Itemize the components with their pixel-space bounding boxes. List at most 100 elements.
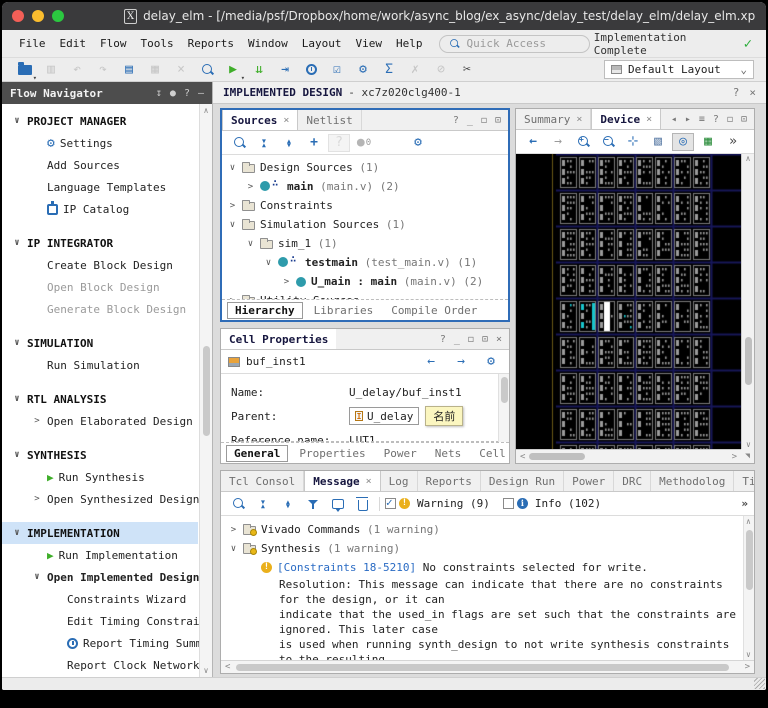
tab-methodolog[interactable]: Methodolog [651,471,735,491]
collapse-all-icon[interactable]: ▼ ▲ [253,134,275,152]
flownav-report-timing-summary[interactable]: Report Timing Summary [2,632,212,654]
toolbar-overflow-icon[interactable]: » [741,497,748,510]
bottom-tab-compile-order[interactable]: Compile Order [384,303,484,318]
menu-edit[interactable]: Edit [53,35,94,52]
search-icon[interactable] [228,134,250,152]
panel-icon[interactable]: ⊡ [741,114,747,125]
save-icon[interactable]: ▥ [40,61,62,79]
panel-icon[interactable]: ◻ [468,334,474,345]
flownav-run-implementation[interactable]: ▶ Run Implementation [2,544,198,566]
panel-icon[interactable]: ? [453,115,459,126]
find-icon[interactable] [196,61,218,79]
flownav-constraints-wizard[interactable]: Constraints Wizard [2,588,198,610]
tree-item-testmain[interactable]: ∨testmain (test_main.v) (1) [224,253,508,272]
tab-drc[interactable]: DRC [614,471,652,491]
tab-device[interactable]: Device × [591,109,662,129]
bottom-tab-hierarchy[interactable]: Hierarchy [227,301,303,319]
step-icon[interactable]: ⇊ [248,61,270,79]
cancel-run-icon[interactable]: ✗ [404,61,426,79]
flow-navigator-scrollbar[interactable]: ∧ ∨ [199,104,212,677]
tree-item-synthesis[interactable]: ∨ Synthesis (1 warning) [225,539,754,558]
timer-icon[interactable] [300,61,322,79]
bottom-tab-cell[interactable]: Cell [472,446,509,461]
tab-summary[interactable]: Summary × [516,109,592,129]
scroll-thumb[interactable] [202,345,210,436]
panel-icon[interactable]: ◻ [727,114,733,125]
close-window-button[interactable] [12,10,24,22]
flownav-open-elaborated-design[interactable]: > Open Elaborated Design [2,410,198,432]
panel-icon[interactable]: ⊡ [495,115,501,126]
options-icon[interactable]: ● [170,88,176,99]
comment-icon[interactable] [327,495,349,513]
tree-item-constraints[interactable]: > Constraints [224,196,508,215]
undo-icon[interactable]: ↶ [66,61,88,79]
flownav-open-block-design[interactable]: Open Block Design [2,276,198,298]
flownav-add-sources[interactable]: Add Sources [2,154,198,176]
flownav-simulation[interactable]: ∨ SIMULATION [2,332,198,354]
panel-icon[interactable]: ◂ [671,114,677,125]
resume-icon[interactable]: ⇥ [274,61,296,79]
panel-icon[interactable]: ⊡ [482,334,488,345]
tab-netlist[interactable]: Netlist [298,110,362,130]
panel-icon[interactable]: ? [440,334,446,345]
menu-view[interactable]: View [348,35,389,52]
bottom-tab-properties[interactable]: Properties [292,446,372,461]
flownav-implementation[interactable]: ∨ IMPLEMENTATION [2,522,198,544]
tab-message[interactable]: Message × [304,471,381,491]
filter-icon[interactable] [302,495,324,513]
panel-icon[interactable]: ≡ [699,114,705,125]
tab-power[interactable]: Power [564,471,615,491]
tree-item-constraints-18-5210[interactable]: ! [Constraints 18-5210] No constraints se… [225,558,754,577]
paste-icon[interactable]: ▦ [144,61,166,79]
warning-filter-checkbox[interactable] [385,496,396,509]
resize-grip[interactable] [754,678,765,689]
tab-design-run[interactable]: Design Run [481,471,565,491]
menu-tools[interactable]: Tools [134,35,181,52]
close-tab-icon[interactable]: × [366,476,372,487]
scroll-up-icon[interactable]: ∧ [204,106,209,115]
parent-cell-field[interactable]: I U_delay [349,407,420,425]
flownav-open-implemented-design[interactable]: ∨ Open Implemented Design [2,566,199,588]
flownav-generate-block-design[interactable]: Generate Block Design [2,298,198,320]
panel-icon[interactable]: ◻ [481,115,487,126]
flownav-rtl-analysis[interactable]: ∨ RTL ANALYSIS [2,388,198,410]
tree-item-sim-1[interactable]: ∨ sim_1 (1) [224,234,508,253]
bottom-tab-nets[interactable]: Nets [428,446,469,461]
panel-icon[interactable]: ▸ [685,114,691,125]
forward-icon[interactable]: → [450,353,472,371]
help-icon[interactable]: ? [184,88,190,99]
expand-all-icon[interactable]: ▲ ▼ [277,495,299,513]
menu-layout[interactable]: Layout [295,35,349,52]
select-area-icon[interactable]: ▧ [647,133,669,151]
device-vertical-scrollbar[interactable]: ∧ ∨ [741,154,754,449]
missing-count-icon[interactable]: ● 0 [353,134,375,152]
help-icon[interactable]: ? [733,86,740,99]
flownav-ip-catalog[interactable]: IP Catalog [2,198,198,220]
run-icon[interactable]: ▶ [222,61,245,82]
tab-log[interactable]: Log [381,471,418,491]
back-icon[interactable]: ← [522,133,544,151]
panel-icon[interactable]: _ [467,115,473,126]
panel-icon[interactable]: _ [454,334,460,345]
bottom-tab-general[interactable]: General [226,444,289,462]
open-project-icon[interactable] [14,61,37,82]
zoom-out-icon[interactable]: − [597,133,619,151]
delete-icon[interactable]: × [170,61,192,79]
messages-vertical-scrollbar[interactable]: ∧ ∨ [743,516,754,660]
zoom-window-button[interactable] [52,10,64,22]
close-tab-icon[interactable]: × [283,115,289,126]
collapse-all-icon[interactable]: ▼ ▲ [252,495,274,513]
clear-icon[interactable] [352,495,374,513]
flownav-run-simulation[interactable]: Run Simulation [2,354,198,376]
menu-flow[interactable]: Flow [93,35,134,52]
tree-item-design-sources[interactable]: ∨ Design Sources (1) [224,158,508,177]
device-view[interactable]: ∧ ∨ < > ◥ [516,154,754,463]
settings-icon[interactable]: ⚙ [352,61,374,79]
message-id-link[interactable]: [Constraints 18-5210] [277,561,416,574]
settings-icon[interactable]: ⚙ [480,353,502,371]
expand-all-icon[interactable]: ▲ ▼ [278,134,300,152]
probes-icon[interactable]: ✂ [456,61,478,79]
flownav-create-block-design[interactable]: Create Block Design [2,254,198,276]
tab-sources[interactable]: Sources × [222,110,299,130]
tree-item-simulation-sources[interactable]: ∨ Simulation Sources (1) [224,215,508,234]
